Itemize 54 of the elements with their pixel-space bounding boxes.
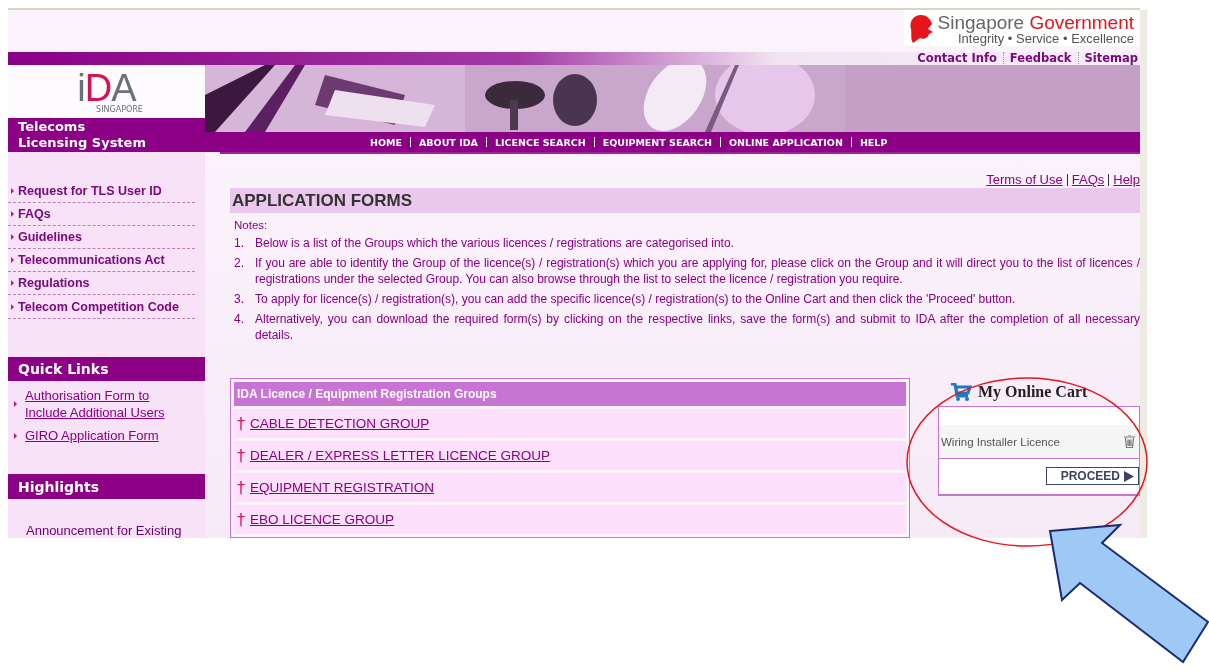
note-number: 2. (234, 255, 245, 272)
group-link[interactable]: CABLE DETECTION GROUP (250, 416, 430, 431)
note-text: To apply for licence(s) / registration(s), you can add the specific licence(s) / registration(s) to the Online Cart and then click the 'Proceed' button. (255, 291, 1017, 307)
group-link[interactable]: EBO LICENCE GROUP (250, 512, 395, 527)
proceed-button[interactable]: PROCEED (1045, 467, 1139, 485)
nav-link[interactable]: HELP (859, 136, 888, 148)
bullet-icon (14, 401, 17, 408)
sidebar-item[interactable]: Request for TLS User ID (8, 180, 195, 204)
sidebar-item[interactable]: Guidelines (8, 226, 195, 250)
highlights-title: Highlights (8, 474, 205, 500)
top-link[interactable]: Feedback (1009, 51, 1072, 65)
sidebar-item[interactable]: Regulations (8, 272, 195, 296)
play-icon (1124, 470, 1134, 482)
sidebar-item[interactable]: Telecom Competition Code (8, 295, 195, 319)
logo-subtitle: SINGAPORE (96, 105, 143, 114)
quick-links-title: Quick Links (8, 356, 205, 382)
utility-link[interactable]: Help (1113, 172, 1140, 188)
nav-link[interactable]: HOME (370, 136, 402, 148)
group-link[interactable]: EQUIPMENT REGISTRATION (250, 480, 435, 495)
note-number: 1. (234, 235, 245, 251)
note-text: Below is a list of the Groups which the various licences / registrations are categorised into. (255, 235, 735, 251)
logo-text: iDA (77, 71, 136, 105)
table-header: IDA Licence / Equipment Registration Groups (234, 382, 906, 406)
nav-link[interactable]: ABOUT IDA (419, 136, 478, 148)
sidebar-item[interactable]: FAQs (8, 203, 195, 227)
notes-label: Notes: (234, 219, 269, 231)
nav-link[interactable]: ONLINE APPLICATION (729, 136, 843, 148)
bullet-icon (14, 432, 17, 439)
nav-link[interactable]: EQUIPMENT SEARCH (602, 136, 713, 148)
quick-link[interactable]: GIRO Application Form (25, 427, 159, 445)
group-link[interactable]: DEALER / EXPRESS LETTER LICENCE GROUP (250, 448, 551, 463)
top-link[interactable]: Contact Info (917, 51, 997, 65)
note-number: 4. (234, 311, 245, 328)
cart-title: My Online Cart (978, 383, 1088, 401)
cart-item-name: Wiring Installer Licence (941, 435, 1060, 448)
dagger-mark: † (237, 414, 245, 433)
quick-link[interactable]: Authorisation Form to Include Additional Users (25, 387, 193, 422)
page-heading: APPLICATION FORMS (230, 188, 1140, 213)
dagger-mark: † (237, 510, 245, 529)
top-link[interactable]: Sitemap (1084, 51, 1138, 65)
dagger-mark: † (237, 478, 245, 497)
scrollbar[interactable] (1140, 10, 1147, 538)
utility-link[interactable]: Terms of Use (986, 172, 1063, 188)
note-text: If you are able to identify the Group of the licence(s) / registration(s) which you are applying for, please click on the Group and it will direct you to the list of licences / registrations under the selected Group. You can also browse through the list to select the licence / registration you require. (255, 255, 1140, 287)
system-title: Telecoms Licensing System (8, 118, 205, 152)
trash-icon[interactable] (1124, 435, 1135, 448)
utility-link[interactable]: FAQs (1071, 172, 1105, 188)
cart-icon (950, 383, 972, 401)
note-number: 3. (234, 291, 245, 307)
note-text: Alternatively, you can download the required form(s) by clicking on the respective links, save the form(s) and submit to IDA after the completion of all necessary details. (255, 311, 1140, 343)
highlight-text: Announcement for Existing (25, 522, 183, 538)
dagger-mark: † (237, 446, 245, 465)
nav-link[interactable]: LICENCE SEARCH (494, 136, 586, 148)
sidebar-item[interactable]: Telecommunications Act (8, 249, 195, 273)
